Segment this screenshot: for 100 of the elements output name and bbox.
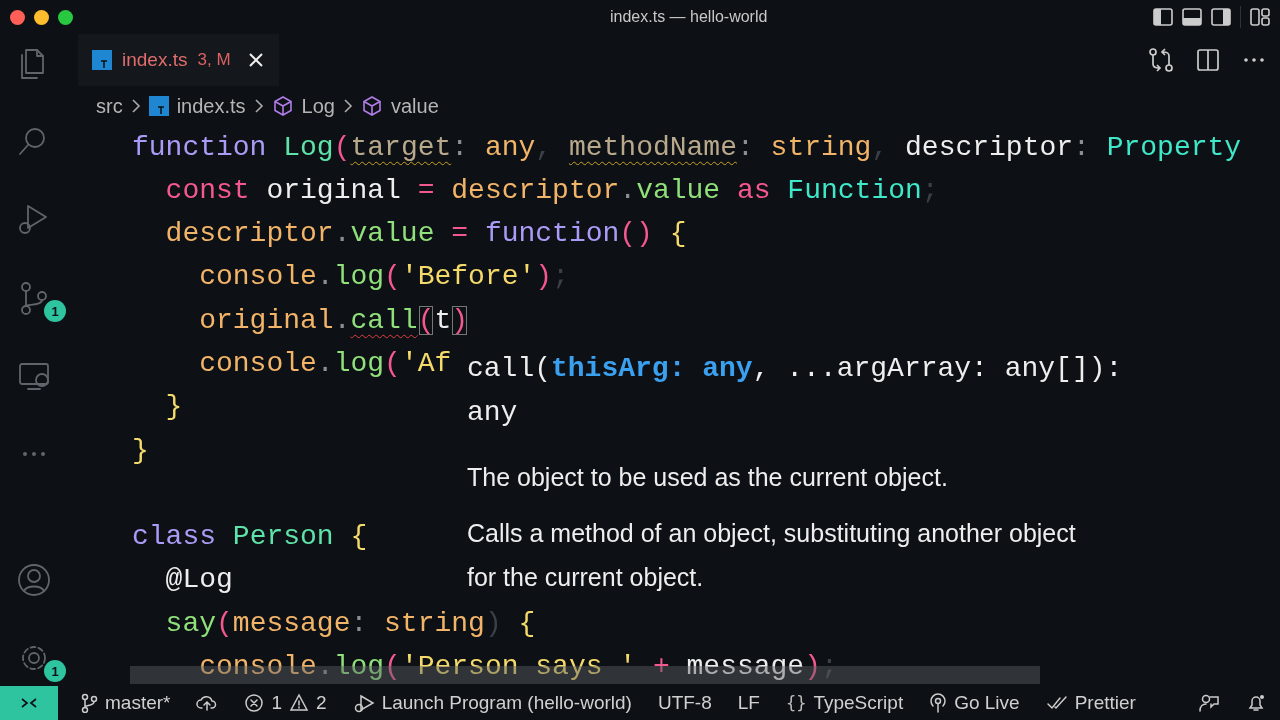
account-icon[interactable] [16, 562, 52, 598]
code-token: log [333, 261, 385, 293]
code-token: } [164, 391, 183, 423]
breadcrumb-item[interactable]: Log [301, 94, 335, 118]
code-token: ( [333, 131, 351, 163]
sidebar-toggle-icon [1153, 7, 1173, 27]
sync-button[interactable] [196, 694, 219, 712]
feedback-icon [1198, 693, 1220, 713]
code-token: descriptor [450, 174, 620, 206]
status-item[interactable]: {} TypeScript [785, 692, 904, 714]
code-token: : [736, 131, 754, 163]
code-token: , [871, 131, 889, 163]
doc-text: Calls a method of an object, substituting another object for the current object. [467, 518, 1077, 593]
close-icon[interactable] [246, 51, 265, 69]
code-token: original [265, 174, 402, 206]
code-token: Log [283, 131, 334, 163]
code-token: string [383, 607, 485, 639]
double-check-icon [1045, 694, 1068, 712]
status-label: master* [105, 692, 171, 714]
code-token: { [349, 521, 368, 553]
feedback-button[interactable] [1198, 693, 1220, 713]
code-token: log [333, 348, 385, 379]
code-token: , [535, 131, 554, 163]
status-label: TypeScript [813, 692, 904, 714]
code-token: message [232, 607, 351, 639]
maximize-button[interactable] [58, 9, 73, 25]
bell-icon [1246, 693, 1266, 713]
code-token: . [333, 304, 351, 336]
split-editor-icon[interactable] [1196, 48, 1220, 72]
code-token: 'Af [400, 348, 452, 379]
status-label: Go Live [954, 692, 1020, 714]
code-token: string [769, 131, 872, 163]
code-token: ; [821, 650, 838, 682]
panel-toggle-icon [1182, 7, 1202, 27]
code-token: } [132, 434, 149, 466]
code-token: function [483, 218, 620, 250]
code-token: + [651, 650, 670, 682]
breadcrumb-item[interactable]: src [96, 94, 123, 118]
remote-button[interactable] [0, 686, 58, 720]
code-token: . [333, 218, 351, 250]
code-token: = [450, 218, 469, 250]
code-token: original [198, 304, 334, 336]
secondary-sidebar-icon [1211, 7, 1231, 27]
notification-badge: 1 [44, 660, 66, 682]
compare-changes-icon[interactable] [1148, 47, 1174, 73]
code-token: ) [484, 607, 502, 639]
minimize-button[interactable] [34, 9, 49, 25]
code-token: Function [786, 174, 922, 206]
code-token: ) [451, 304, 469, 336]
code-token: ( [384, 261, 401, 293]
tab-status: 3, M [197, 50, 231, 70]
code-token: any [483, 131, 536, 163]
typescript-file-icon [148, 96, 169, 116]
code-token: ) [535, 261, 553, 293]
window-title: index.ts — hello-world [610, 8, 769, 26]
code-token: ( [384, 650, 401, 682]
code-token: ; [921, 174, 939, 206]
code-token: console [198, 650, 317, 682]
code-token: console [198, 261, 317, 293]
code-token: : [350, 607, 368, 639]
status-item[interactable]: master* [80, 692, 171, 714]
code-token: 'Person says ' [400, 650, 637, 682]
code-token: { [668, 218, 687, 250]
chevron-icon [253, 98, 264, 114]
editor-tab[interactable]: index.ts 3, M [78, 34, 279, 86]
code-token: 'Before' [400, 261, 536, 293]
code-token: const [164, 174, 250, 206]
cube-icon [271, 95, 294, 117]
breadcrumb-item[interactable]: value [391, 94, 439, 118]
code-token: ( [384, 348, 401, 379]
braces-glyph: {} [785, 693, 807, 713]
code-token: : [451, 131, 469, 163]
code-token: console [198, 348, 317, 379]
code-token: @Log [164, 564, 233, 596]
bell-button[interactable] [1246, 693, 1266, 713]
chevron-icon [130, 98, 141, 114]
branch-icon [80, 693, 98, 713]
status-item[interactable]: Prettier [1045, 692, 1136, 714]
code-token: . [619, 174, 637, 206]
code-token: value [350, 218, 435, 250]
code-token: = [417, 174, 435, 206]
code-token: descriptor [904, 131, 1074, 163]
status-item[interactable]: Go Live [929, 692, 1020, 714]
code-token: ( [417, 304, 435, 336]
status-item[interactable]: LF [737, 692, 760, 714]
code-token: say [164, 607, 216, 639]
problems-button[interactable]: 1 2 [244, 692, 327, 714]
close-button[interactable] [10, 9, 25, 25]
code-token: function [132, 131, 268, 163]
breadcrumb-item[interactable]: index.ts [176, 94, 246, 118]
warning-count: 2 [316, 692, 327, 714]
signature-text: call(thisArg: any, ...argArray: any[]): any [467, 352, 1124, 430]
code-token: methodName [568, 131, 737, 163]
status-item[interactable]: UTF-8 [657, 692, 712, 714]
cloud-upload-icon [196, 694, 219, 712]
error-icon [244, 693, 265, 713]
status-label: Prettier [1074, 692, 1136, 714]
code-token: ( [216, 607, 233, 639]
code-token: () [619, 218, 653, 250]
code-token: ; [552, 261, 569, 293]
